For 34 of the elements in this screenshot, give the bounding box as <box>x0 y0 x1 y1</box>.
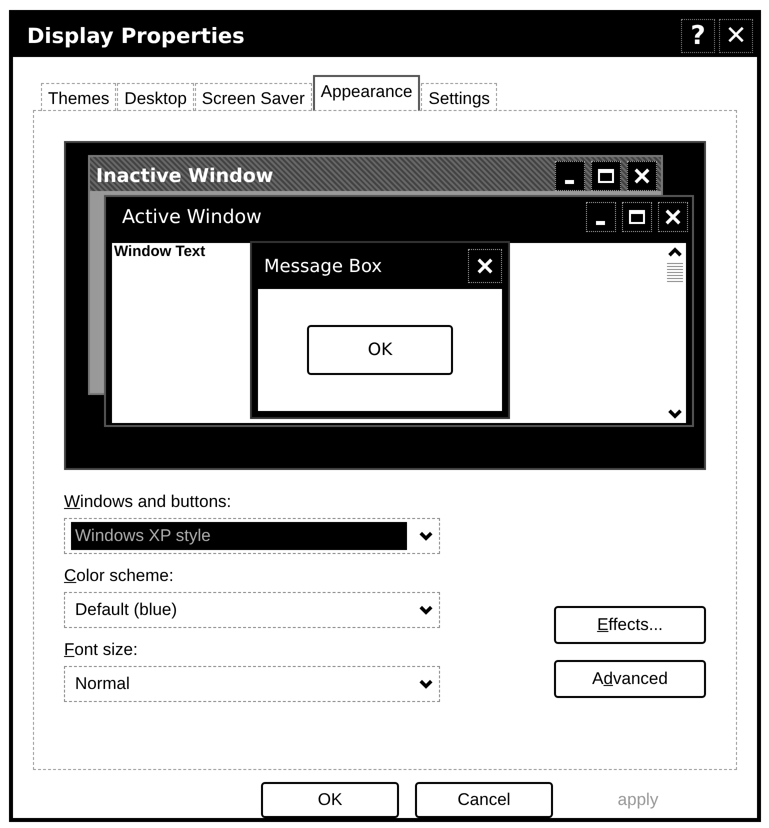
dropdown[interactable]: Windows XP style <box>64 518 440 554</box>
field-label: Color scheme: <box>64 566 175 586</box>
dropdown[interactable]: Normal <box>64 666 440 702</box>
close-button[interactable]: ✕ <box>719 18 753 52</box>
minimize-icon <box>555 161 585 191</box>
maximize-icon <box>591 161 621 191</box>
tab[interactable]: Themes <box>41 83 116 111</box>
chevron-down-icon <box>419 531 433 541</box>
window-text: Window Text <box>114 243 206 260</box>
chevron-down-icon <box>419 679 433 689</box>
dialog-button[interactable]: Cancel <box>415 782 553 818</box>
chevron-down-icon <box>419 605 433 615</box>
tab[interactable]: Settings <box>421 83 497 111</box>
tab[interactable]: Screen Saver <box>194 83 312 111</box>
side-button[interactable]: Advanced <box>554 660 706 698</box>
window-title: Inactive Window <box>96 165 274 187</box>
field-label: Font size: <box>64 640 139 660</box>
side-button[interactable]: Effects... <box>554 606 706 644</box>
ok-button-preview: OK <box>307 325 453 375</box>
field-label: Windows and buttons: <box>64 492 232 512</box>
tab[interactable]: Desktop <box>117 83 194 111</box>
dropdown[interactable]: Default (blue) <box>64 592 440 628</box>
help-button[interactable]: ? <box>681 18 715 52</box>
close-icon <box>658 202 688 232</box>
close-icon <box>627 161 657 191</box>
minimize-icon <box>586 202 616 232</box>
dialog-button[interactable]: OK <box>261 782 399 818</box>
scroll-thumb <box>667 262 683 282</box>
tab[interactable]: Appearance <box>312 75 420 111</box>
maximize-icon <box>622 202 652 232</box>
close-icon <box>468 249 502 283</box>
window-title: Display Properties <box>27 24 245 48</box>
window-title: Active Window <box>122 206 262 228</box>
window-title: Message Box <box>264 256 382 276</box>
